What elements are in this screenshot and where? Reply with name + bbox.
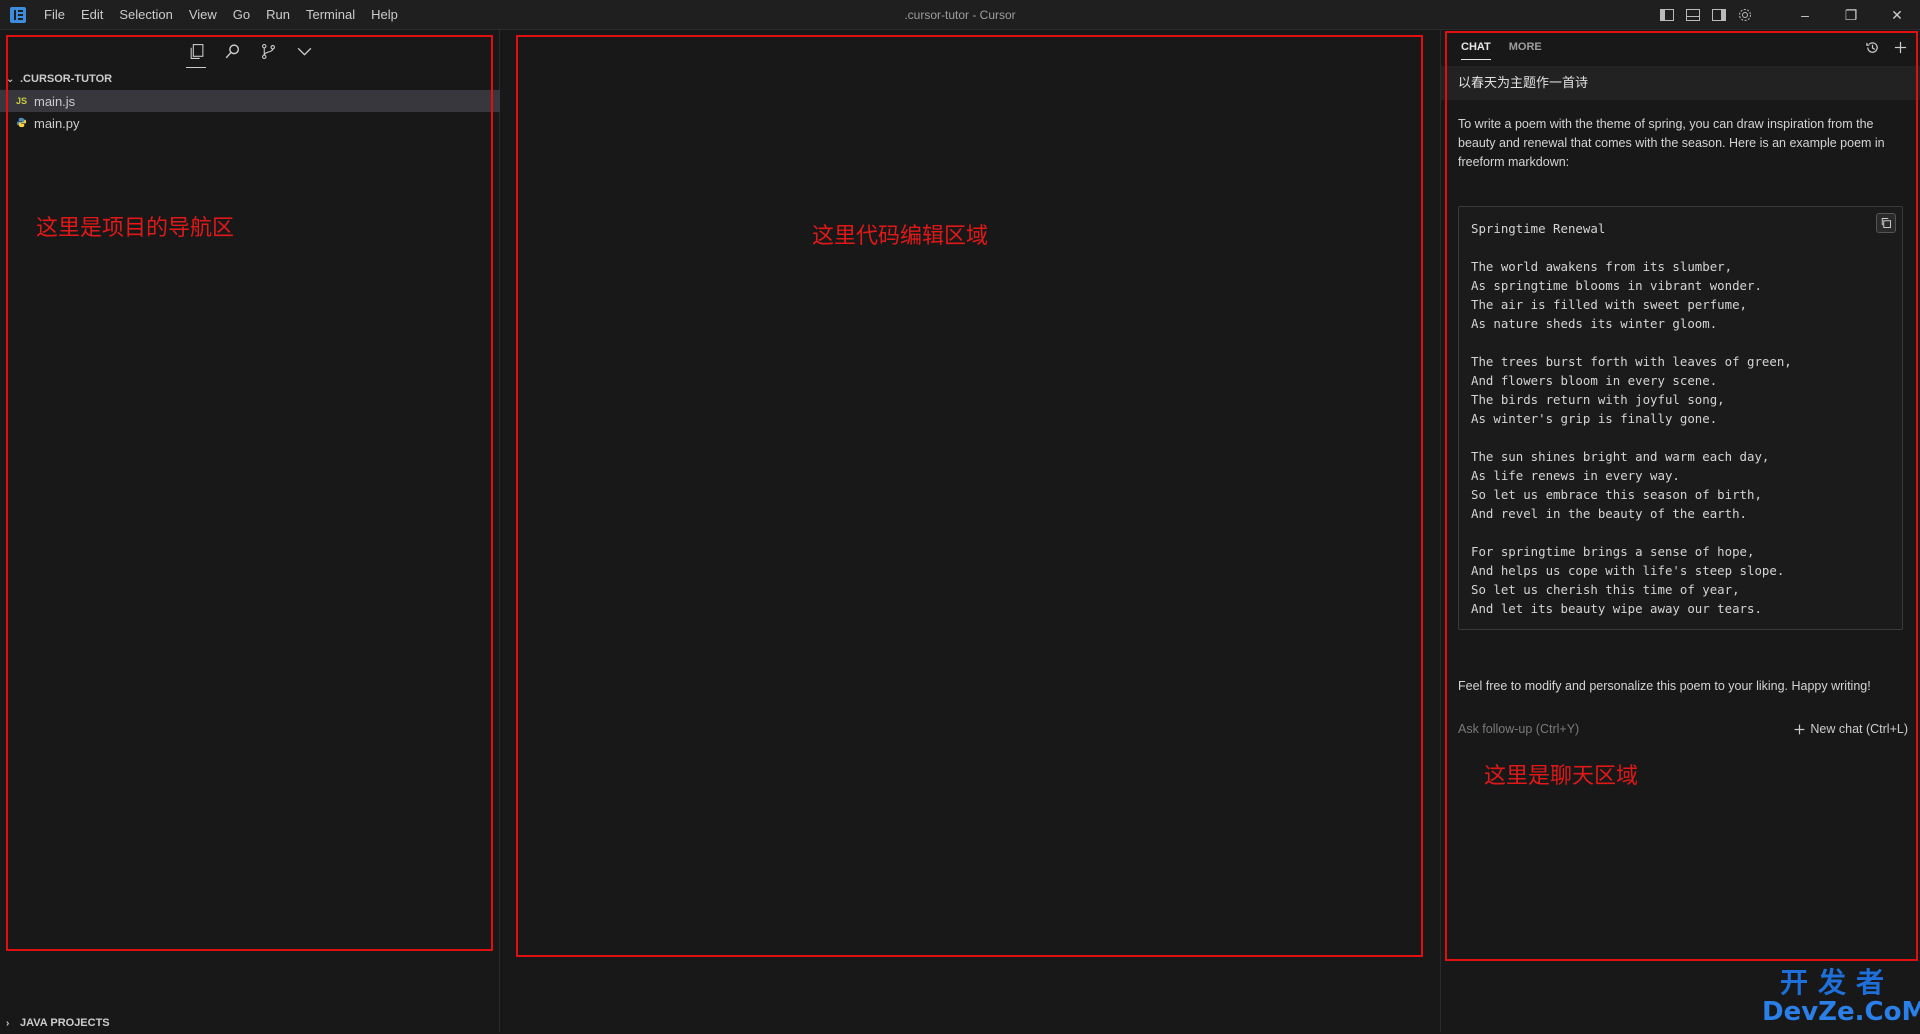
explorer-files-icon[interactable] <box>180 36 212 66</box>
new-chat-plus-icon[interactable] <box>1890 37 1910 57</box>
assistant-message-intro: To write a poem with the theme of spring… <box>1458 115 1903 172</box>
menu-selection[interactable]: Selection <box>111 0 180 30</box>
javascript-file-icon: JS <box>16 96 34 106</box>
chat-panel: CHAT MORE 以春天为主题作一首诗 To write a poem wit… <box>1441 30 1920 1032</box>
new-chat-button[interactable]: New chat (Ctrl+L) <box>1793 719 1908 739</box>
workspace-folder-header[interactable]: ⌄ .CURSOR-TUTOR <box>0 68 500 90</box>
tab-more[interactable]: MORE <box>1509 30 1542 64</box>
minimize-button[interactable]: – <box>1782 0 1828 30</box>
watermark-logo: 开发者 DevZe.CoM <box>1762 968 1912 1026</box>
workspace-folder-name: .CURSOR-TUTOR <box>20 73 112 85</box>
menu-terminal[interactable]: Terminal <box>298 0 363 30</box>
plus-icon <box>1793 723 1806 736</box>
history-icon[interactable] <box>1862 37 1882 57</box>
code-block: Springtime Renewal The world awakens fro… <box>1458 206 1903 630</box>
poem-text: Springtime Renewal The world awakens fro… <box>1471 219 1792 618</box>
settings-gear-icon[interactable] <box>1732 0 1758 30</box>
java-projects-label: JAVA PROJECTS <box>20 1017 110 1029</box>
toggle-secondary-sidebar-icon[interactable] <box>1706 0 1732 30</box>
copy-icon[interactable] <box>1876 213 1896 233</box>
java-projects-section-header[interactable]: › JAVA PROJECTS <box>0 1012 500 1034</box>
source-control-icon[interactable] <box>252 36 284 66</box>
annotation-label-nav: 这里是项目的导航区 <box>36 210 234 242</box>
toggle-panel-icon[interactable] <box>1680 0 1706 30</box>
close-button[interactable]: ✕ <box>1874 0 1920 30</box>
tab-chat[interactable]: CHAT <box>1461 30 1491 64</box>
annotation-label-chat: 这里是聊天区域 <box>1484 758 1638 790</box>
assistant-message-outro: Feel free to modify and personalize this… <box>1458 679 1908 693</box>
watermark-line2: DevZe.CoM <box>1762 998 1912 1026</box>
code-editor-area[interactable] <box>500 30 1441 1032</box>
file-name: main.py <box>34 116 80 131</box>
explorer-sidebar: ⌄ .CURSOR-TUTOR JS main.js main.py › JAV… <box>0 30 500 1032</box>
title-bar: File Edit Selection View Go Run Terminal… <box>0 0 1920 30</box>
menu-run[interactable]: Run <box>258 0 298 30</box>
chat-tabs: CHAT MORE <box>1441 30 1920 64</box>
annotation-label-editor: 这里代码编辑区域 <box>812 218 988 250</box>
chevron-down-icon: ⌄ <box>6 74 20 85</box>
user-message: 以春天为主题作一首诗 <box>1441 66 1920 100</box>
cursor-logo-icon <box>0 0 36 30</box>
chevron-right-icon: › <box>6 1018 20 1029</box>
menu-help[interactable]: Help <box>363 0 406 30</box>
menu-file[interactable]: File <box>36 0 73 30</box>
new-chat-label: New chat (Ctrl+L) <box>1810 722 1908 736</box>
restore-button[interactable]: ❐ <box>1828 0 1874 30</box>
file-name: main.js <box>34 94 75 109</box>
watermark-line1: 开发者 <box>1762 968 1912 998</box>
menu-go[interactable]: Go <box>225 0 258 30</box>
followup-input[interactable] <box>1458 719 1708 739</box>
sidebar-view-tabs <box>180 36 320 64</box>
search-icon[interactable] <box>216 36 248 66</box>
file-item-main-js[interactable]: JS main.js <box>0 90 500 112</box>
chevron-down-icon[interactable] <box>288 36 320 66</box>
file-item-main-py[interactable]: main.py <box>0 112 500 134</box>
python-file-icon <box>16 117 34 130</box>
toggle-primary-sidebar-icon[interactable] <box>1654 0 1680 30</box>
menu-view[interactable]: View <box>181 0 225 30</box>
menu-edit[interactable]: Edit <box>73 0 111 30</box>
